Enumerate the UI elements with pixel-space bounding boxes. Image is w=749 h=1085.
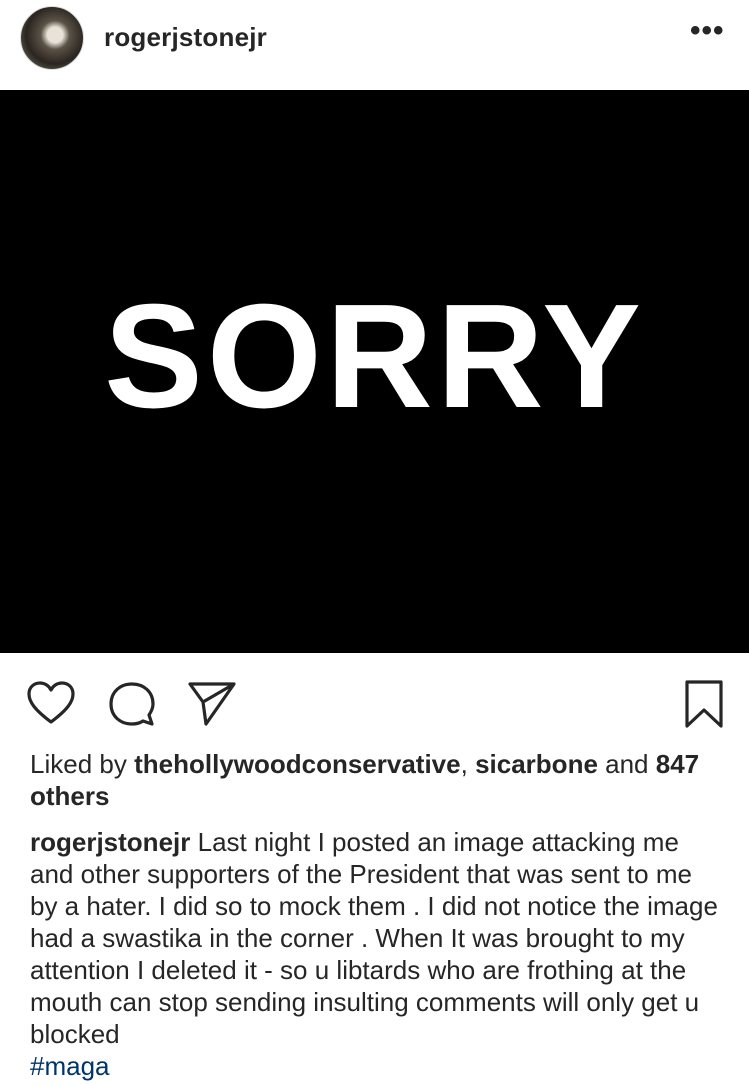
- caption-username[interactable]: rogerjstonejr: [30, 827, 190, 857]
- likes-summary: Liked by thehollywoodconservative, sicar…: [30, 748, 720, 812]
- comment-icon[interactable]: [106, 678, 158, 730]
- likes-prefix: Liked by: [30, 749, 127, 779]
- likes-conjunction: and: [605, 749, 649, 779]
- bookmark-icon[interactable]: [678, 678, 730, 730]
- post-header: rogerjstonejr •••: [0, 0, 749, 90]
- caption-text: Last night I posted an image attacking m…: [30, 827, 718, 1049]
- post-image[interactable]: SORRY: [0, 90, 749, 653]
- post-image-text: SORRY: [104, 273, 645, 439]
- post-username[interactable]: rogerjstonejr: [104, 22, 267, 53]
- liker-link[interactable]: sicarbone: [475, 749, 598, 779]
- hashtag-link[interactable]: #maga: [30, 1051, 110, 1081]
- paper-plane-icon[interactable]: [186, 678, 238, 730]
- likes-separator: ,: [460, 749, 468, 779]
- more-options-icon[interactable]: •••: [690, 16, 725, 46]
- avatar[interactable]: [20, 6, 84, 70]
- action-bar: [0, 668, 749, 738]
- liker-link[interactable]: thehollywoodconservative: [134, 749, 461, 779]
- heart-icon[interactable]: [25, 678, 77, 730]
- post-caption: rogerjstonejr Last night I posted an ima…: [30, 826, 720, 1082]
